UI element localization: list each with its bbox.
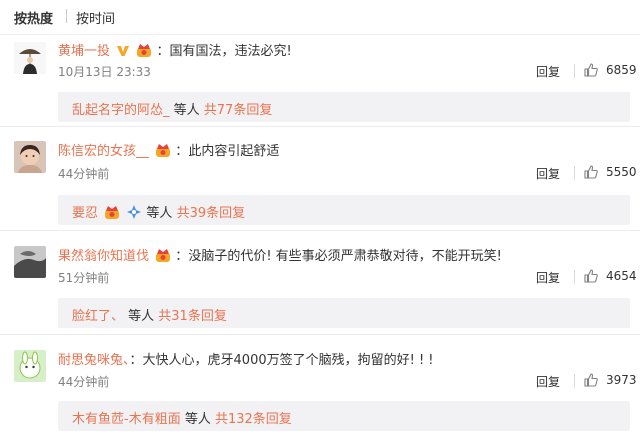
reply-button[interactable]: 回复 [536,165,560,182]
comment-time: 10月13日 23:33 [58,65,151,79]
comment-text: 国有国法，违法必究! [169,44,292,59]
comment-line: 耐思兔咪兔、：大快人心，虎牙4000万签了个脑残，拘留的好! ! ! [58,349,434,368]
sub-reply-connector: 等人 [124,309,159,324]
like-count: 3973 [606,373,637,387]
comment-divider [0,334,640,335]
comment-divider [0,230,640,231]
avatar[interactable] [14,141,46,173]
sub-reply-connector: 等人 [169,103,204,118]
sub-replies-box[interactable]: 木有鱼苉-木有粗面 等人 共132条回复 [58,401,630,431]
sub-replies-box[interactable]: 要忍 等人 共39条回复 [58,195,630,225]
reply-button[interactable]: 回复 [536,269,560,286]
sub-reply-connector: 等人 [142,206,177,221]
comment-time: 44分钟前 [58,375,110,389]
action-divider [574,166,575,180]
like-count: 6859 [606,63,637,77]
sub-replies-summary: 木有鱼苉-木有粗面 等人 共132条回复 [72,408,292,427]
sub-replies-summary: 乱起名字的阿怂_ 等人 共77条回复 [72,99,272,118]
comment-time: 51分钟前 [58,271,110,285]
sub-reply-connector: 等人 [180,412,215,427]
avatar[interactable] [14,246,46,278]
thumb-up-icon[interactable] [583,62,599,78]
crown-badge-icon [105,206,120,219]
sub-reply-user[interactable]: 脸红了、 [72,309,124,324]
comment-text: 没脑子的代价! 有些事必须严肃恭敬对待，不能开玩笑! [188,249,502,264]
colon: ： [156,44,170,59]
reply-button[interactable]: 回复 [536,63,560,80]
verified-v-icon [117,46,130,56]
username-link[interactable]: 耐思兔咪兔、 [58,353,130,368]
crown-badge-icon [156,144,171,157]
blue-flower-icon [127,205,142,219]
sub-reply-count-link[interactable]: 共31条回复 [158,309,227,324]
sort-by-time-tab[interactable]: 按时间 [76,8,115,27]
action-divider [574,64,575,78]
sort-bar: 按热度 按时间 [0,0,640,35]
sub-reply-count-link[interactable]: 共77条回复 [204,103,273,118]
sub-replies-box[interactable]: 脸红了、 等人 共31条回复 [58,298,630,328]
sub-replies-box[interactable]: 乱起名字的阿怂_ 等人 共77条回复 [58,92,630,122]
comment-time: 44分钟前 [58,167,110,181]
sub-reply-user[interactable]: 木有鱼苉-木有粗面 [72,412,181,427]
like-count: 5550 [606,165,637,179]
comment-line: 果然翁你知道伐 ：没脑子的代价! 有些事必须严肃恭敬对待，不能开玩笑! [58,245,502,264]
action-divider [574,374,575,388]
comment-text: 此内容引起舒适 [188,144,280,159]
colon: ： [175,144,189,159]
sort-divider [66,9,67,23]
comment-text: 大快人心，虎牙4000万签了个脑残，拘留的好! ! ! [142,353,434,368]
username-link[interactable]: 果然翁你知道伐 [58,249,149,264]
avatar[interactable] [14,42,46,74]
username-link[interactable]: 黄埔一投 [58,44,110,59]
thumb-up-icon[interactable] [583,268,599,284]
reply-button[interactable]: 回复 [536,373,560,390]
sub-replies-summary: 脸红了、 等人 共31条回复 [72,305,227,324]
action-divider [574,270,575,284]
crown-badge-icon [156,249,171,262]
thumb-up-icon[interactable] [583,164,599,180]
comment-line: 陈信宏的女孩__ ：此内容引起舒适 [58,140,279,159]
sub-reply-user[interactable]: 乱起名字的阿怂_ [72,103,170,118]
comment-line: 黄埔一投 ：国有国法，违法必究! [58,40,292,59]
crown-badge-icon [137,44,152,57]
comment-divider [0,126,640,127]
colon: ： [129,353,143,368]
colon: ： [175,249,189,264]
sort-by-hot-tab[interactable]: 按热度 [14,8,53,27]
sub-reply-count-link[interactable]: 共132条回复 [215,412,292,427]
like-count: 4654 [606,269,637,283]
thumb-up-icon[interactable] [583,372,599,388]
avatar[interactable] [14,350,46,382]
username-link[interactable]: 陈信宏的女孩__ [58,144,149,159]
sub-reply-count-link[interactable]: 共39条回复 [177,206,246,221]
sub-reply-user[interactable]: 要忍 [72,206,98,221]
sub-replies-summary: 要忍 等人 共39条回复 [72,202,245,221]
